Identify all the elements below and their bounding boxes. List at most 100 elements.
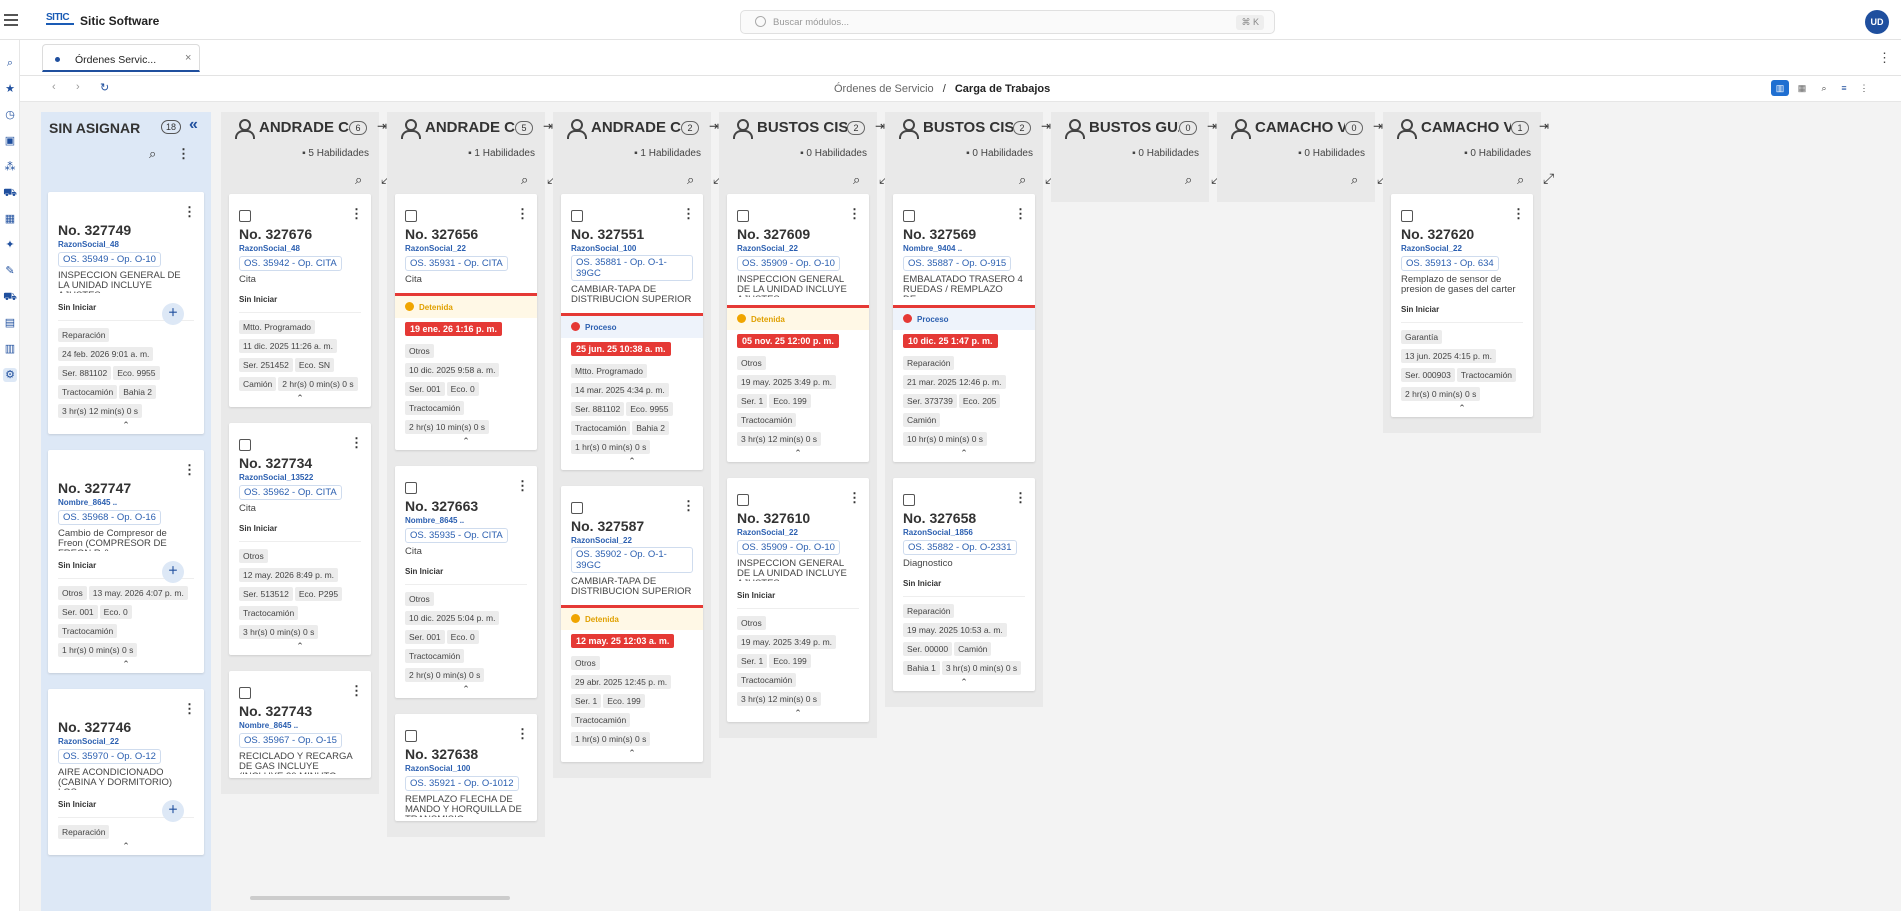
expand-icon[interactable]: ⤢ — [1543, 170, 1554, 187]
search-icon[interactable]: ⌕ — [853, 172, 860, 188]
collapse-icon[interactable]: ⌃ — [58, 420, 194, 430]
select-checkbox[interactable] — [903, 210, 915, 222]
os-badge[interactable]: OS. 35887 - Op. O-915 — [903, 256, 1012, 271]
search-icon[interactable]: ⌕ — [3, 56, 17, 70]
card-menu-icon[interactable]: ⋮ — [848, 490, 861, 506]
search-icon[interactable]: ⌕ — [149, 146, 156, 162]
card-menu-icon[interactable]: ⋮ — [682, 206, 695, 222]
assign-arrow-icon[interactable]: ⇥ — [377, 119, 387, 133]
card-menu-icon[interactable]: ⋮ — [1512, 206, 1525, 222]
os-badge[interactable]: OS. 35909 - Op. O-10 — [737, 540, 840, 555]
collapse-icon[interactable]: ⌃ — [405, 436, 527, 446]
work-order-card[interactable]: ⋮ No. 327551 RazonSocial_100 OS. 35881 - Op… — [561, 194, 703, 470]
os-badge[interactable]: OS. 35881 - Op. O-1-39GC — [571, 255, 693, 281]
card-menu-icon[interactable]: ⋮ — [350, 683, 363, 699]
assign-arrow-icon[interactable]: ⇥ — [1207, 119, 1217, 133]
os-badge[interactable]: OS. 35931 - Op. CITA — [405, 256, 508, 271]
work-order-card[interactable]: ⋮ No. 327676 RazonSocial_48 OS. 35942 - Op.… — [229, 194, 371, 407]
collapse-icon[interactable]: ⌃ — [239, 641, 361, 651]
work-order-card[interactable]: ⋮ No. 327609 RazonSocial_22 OS. 35909 - Op.… — [727, 194, 869, 462]
assign-arrow-icon[interactable]: ⇥ — [1539, 119, 1549, 133]
wrench-icon[interactable]: ✎ — [3, 264, 17, 278]
select-checkbox[interactable] — [737, 494, 749, 506]
card-menu-icon[interactable]: ⋮ — [183, 701, 196, 717]
collapse-icon[interactable]: ⌃ — [903, 677, 1025, 687]
clock-icon[interactable]: ◷ — [3, 108, 17, 122]
os-badge[interactable]: OS. 35949 - Op. O-10 — [58, 252, 161, 267]
assign-arrow-icon[interactable]: ⇥ — [543, 119, 553, 133]
tab-ordenes[interactable]: Órdenes Servic... × — [42, 44, 200, 72]
os-badge[interactable]: OS. 35913 - Op. 634 — [1401, 256, 1499, 271]
search-icon[interactable]: ⌕ — [1351, 172, 1358, 188]
select-checkbox[interactable] — [239, 210, 251, 222]
card-menu-icon[interactable]: ⋮ — [350, 435, 363, 451]
collapse-icon[interactable]: ⌃ — [239, 393, 361, 403]
work-order-card[interactable]: ⋮ No. 327656 RazonSocial_22 OS. 35931 - Op.… — [395, 194, 537, 450]
select-checkbox[interactable] — [239, 439, 251, 451]
search-icon[interactable]: ⌕ — [521, 172, 528, 188]
os-badge[interactable]: OS. 35962 - Op. CITA — [239, 485, 342, 500]
box-icon[interactable]: ▣ — [3, 134, 17, 148]
card-menu-icon[interactable]: ⋮ — [183, 204, 196, 220]
os-badge[interactable]: OS. 35902 - Op. O-1-39GC — [571, 547, 693, 573]
os-badge[interactable]: OS. 35942 - Op. CITA — [239, 256, 342, 271]
work-order-card[interactable]: ⋮ No. 327587 RazonSocial_22 OS. 35902 - Op.… — [561, 486, 703, 762]
collapse-column-icon[interactable]: « — [189, 116, 198, 134]
select-checkbox[interactable] — [405, 210, 417, 222]
select-checkbox[interactable] — [405, 482, 417, 494]
card-menu-icon[interactable]: ⋮ — [183, 462, 196, 478]
search-icon[interactable]: ⌕ — [1019, 172, 1026, 188]
work-order-card[interactable]: ⋮ No. 327749 RazonSocial_48 OS. 35949 - Op.… — [48, 192, 204, 434]
grid-icon[interactable]: ▦ — [3, 212, 17, 226]
chart-icon[interactable]: ▤ — [3, 316, 17, 330]
work-order-card[interactable]: ⋮ No. 327658 RazonSocial_1856 OS. 35882 - O… — [893, 478, 1035, 691]
more-icon[interactable]: ⋮ — [177, 146, 190, 162]
collapse-icon[interactable]: ⌃ — [1401, 403, 1523, 413]
collapse-icon[interactable]: ⌃ — [571, 456, 693, 466]
close-icon[interactable]: × — [185, 52, 191, 64]
breadcrumb-parent[interactable]: Órdenes de Servicio — [834, 83, 934, 95]
work-order-card[interactable]: ⋮ No. 327746 RazonSocial_22 OS. 35970 - Op.… — [48, 689, 204, 855]
collapse-icon[interactable]: ⌃ — [58, 659, 194, 669]
os-badge[interactable]: OS. 35882 - Op. O-2331 — [903, 540, 1017, 555]
cubes-icon[interactable]: ⁂ — [3, 160, 17, 174]
search-icon[interactable]: ⌕ — [1517, 172, 1524, 188]
collapse-icon[interactable]: ⌃ — [58, 841, 194, 851]
os-badge[interactable]: OS. 35968 - Op. O-16 — [58, 510, 161, 525]
card-menu-icon[interactable]: ⋮ — [1014, 490, 1027, 506]
select-checkbox[interactable] — [571, 210, 583, 222]
card-menu-icon[interactable]: ⋮ — [516, 478, 529, 494]
filter-button[interactable]: ≡ — [1835, 80, 1853, 96]
more-icon[interactable]: ⋮ — [1878, 50, 1891, 66]
search-icon[interactable]: ⌕ — [687, 172, 694, 188]
work-order-card[interactable]: ⋮ No. 327734 RazonSocial_13522 OS. 35962 - … — [229, 423, 371, 655]
kanban-view-button[interactable]: ▥ — [1771, 80, 1789, 96]
search-button[interactable]: ⌕ — [1815, 80, 1833, 96]
os-badge[interactable]: OS. 35970 - Op. O-12 — [58, 749, 161, 764]
back-icon[interactable]: ‹ — [52, 81, 56, 93]
card-menu-icon[interactable]: ⋮ — [516, 726, 529, 742]
card-menu-icon[interactable]: ⋮ — [516, 206, 529, 222]
menu-icon[interactable] — [4, 14, 18, 26]
os-badge[interactable]: OS. 35967 - Op. O-15 — [239, 733, 342, 748]
horizontal-scrollbar[interactable] — [250, 896, 510, 900]
select-checkbox[interactable] — [1401, 210, 1413, 222]
table-view-button[interactable]: ▦ — [1793, 80, 1811, 96]
work-order-card[interactable]: ⋮ No. 327743 Nombre_8645 .. OS. 35967 - Op.… — [229, 671, 371, 778]
select-checkbox[interactable] — [571, 502, 583, 514]
settings-icon[interactable]: ⚙ — [3, 368, 17, 382]
sparkle-icon[interactable]: ✦ — [3, 238, 17, 252]
work-order-card[interactable]: ⋮ No. 327610 RazonSocial_22 OS. 35909 - Op.… — [727, 478, 869, 722]
cart-icon[interactable]: ⛟ — [3, 186, 17, 200]
work-order-card[interactable]: ⋮ No. 327747 Nombre_8645 .. OS. 35968 - Op.… — [48, 450, 204, 673]
forward-icon[interactable]: › — [76, 81, 80, 93]
assign-arrow-icon[interactable]: ⇥ — [1373, 119, 1383, 133]
select-checkbox[interactable] — [405, 730, 417, 742]
search-icon[interactable]: ⌕ — [1185, 172, 1192, 188]
collapse-icon[interactable]: ⌃ — [571, 748, 693, 758]
more-button[interactable]: ⋮ — [1855, 80, 1873, 96]
collapse-icon[interactable]: ⌃ — [903, 448, 1025, 458]
collapse-icon[interactable]: ⌃ — [405, 684, 527, 694]
select-checkbox[interactable] — [737, 210, 749, 222]
work-order-card[interactable]: ⋮ No. 327569 Nombre_9404 .. OS. 35887 - Op.… — [893, 194, 1035, 462]
